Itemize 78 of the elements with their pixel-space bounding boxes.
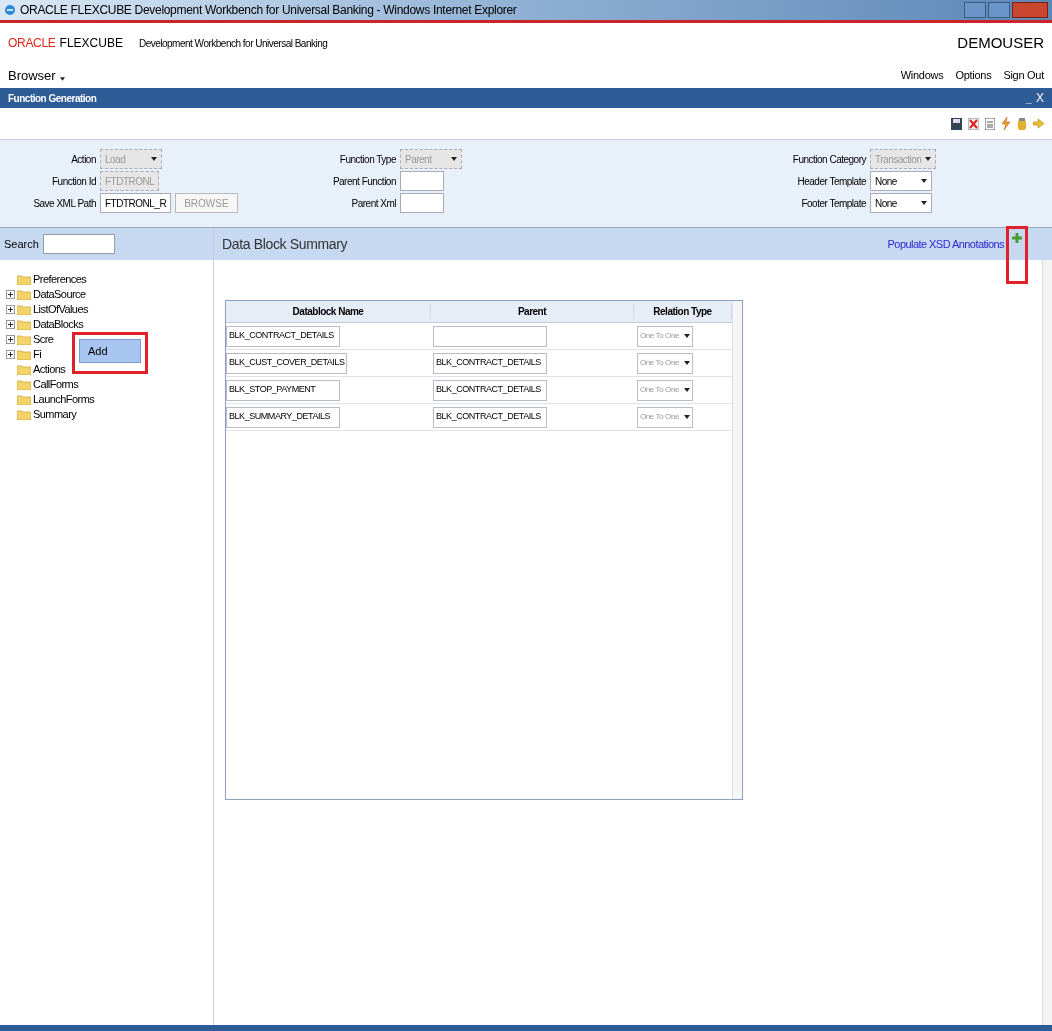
select-field[interactable]: None: [870, 193, 932, 213]
tree-item[interactable]: ListOfValues: [33, 301, 88, 318]
save-icon[interactable]: [951, 117, 962, 130]
field-label: Function Id: [51, 174, 96, 189]
folder-icon: [17, 304, 31, 315]
field-label: Parent Xml: [350, 196, 396, 211]
exit-arrow-icon[interactable]: [1033, 118, 1044, 129]
section-title: Data Block Summary: [222, 234, 348, 254]
expand-icon[interactable]: [6, 290, 15, 299]
folder-icon: [17, 274, 31, 285]
search-field[interactable]: [42, 234, 115, 254]
field-label: Footer Template: [800, 196, 866, 211]
brand-logo: ORACLE: [8, 35, 56, 52]
datablock-name-field[interactable]: BLK_CUST_COVER_DETAILS: [226, 352, 348, 374]
tree-item[interactable]: Preferences: [33, 271, 87, 288]
folder-icon: [17, 349, 31, 360]
parent-block-field[interactable]: BLK_CONTRACT_DETAILS: [433, 379, 547, 401]
search-label: Search: [4, 236, 39, 252]
input-field[interactable]: FTDTRONL_R: [100, 193, 172, 213]
parent-block-field[interactable]: [433, 325, 547, 347]
close-button[interactable]: X: [1036, 89, 1044, 107]
minimize-button[interactable]: [964, 2, 986, 18]
select-field[interactable]: None: [870, 171, 932, 191]
field-label: Action: [70, 152, 96, 167]
datablock-name-field[interactable]: BLK_CONTRACT_DETAILS: [226, 325, 340, 347]
close-button[interactable]: [1012, 2, 1048, 18]
input-field[interactable]: [400, 171, 444, 191]
parent-block-field[interactable]: BLK_CONTRACT_DETAILS: [433, 406, 547, 428]
app-subtitle: Development Workbench for Universal Banking: [138, 36, 328, 51]
folder-icon: [17, 334, 31, 345]
window-title: ORACLE FLEXCUBE Development Workbench for Universal Banking - Windows Internet Explorer: [20, 2, 517, 19]
folder-icon: [17, 319, 31, 330]
restore-button[interactable]: [988, 2, 1010, 18]
field-label: Function Type: [338, 152, 396, 167]
menu-link[interactable]: Sign Out: [1003, 67, 1044, 84]
browser-menu[interactable]: Browser: [8, 65, 65, 86]
field-label: Save XML Path: [32, 196, 96, 211]
caret-icon: [59, 76, 65, 81]
field-label: Header Template: [796, 174, 866, 189]
tree-item[interactable]: DataSource: [33, 286, 86, 303]
folder-icon: [17, 409, 31, 420]
populate-link[interactable]: Populate XSD Annotations: [887, 235, 1004, 253]
browser-icon: [4, 4, 16, 16]
menu-link[interactable]: Options: [955, 67, 992, 84]
minimize-button[interactable]: _: [1025, 89, 1032, 107]
expand-icon[interactable]: [6, 320, 15, 329]
datablock-name-field[interactable]: BLK_STOP_PAYMENT: [226, 379, 340, 401]
column-header: Datablock Name: [226, 304, 431, 319]
user-name: DEMOUSER: [957, 32, 1044, 53]
tree-item[interactable]: Actions: [33, 361, 66, 378]
expand-icon[interactable]: [6, 335, 15, 344]
parent-block-field[interactable]: BLK_CONTRACT_DETAILS: [433, 352, 547, 374]
tree-item[interactable]: Scre: [33, 331, 54, 348]
document-icon[interactable]: [985, 117, 995, 130]
panel-title: Function Generation: [8, 91, 97, 106]
jar-icon[interactable]: [1017, 117, 1027, 130]
menu-link[interactable]: Windows: [900, 67, 944, 84]
context-menu-item[interactable]: Add: [79, 339, 141, 363]
field-label: Function Category: [791, 152, 866, 167]
tree-item[interactable]: DataBlocks: [33, 316, 84, 333]
expand-icon[interactable]: [6, 305, 15, 314]
tree-item[interactable]: Summary: [33, 406, 77, 423]
folder-icon: [17, 394, 31, 405]
delete-icon[interactable]: [968, 117, 979, 130]
lightning-icon[interactable]: [1001, 117, 1011, 130]
expand-icon[interactable]: [6, 350, 15, 359]
tree-item[interactable]: Fi: [33, 346, 42, 363]
product-name: FLEXCUBE: [59, 35, 123, 52]
folder-icon: [17, 364, 31, 375]
datablock-name-field[interactable]: BLK_SUMMARY_DETAILS: [226, 406, 340, 428]
column-header: Parent: [431, 304, 634, 319]
folder-icon: [17, 289, 31, 300]
folder-icon: [17, 379, 31, 390]
tree-item[interactable]: LaunchForms: [33, 391, 95, 408]
add-icon[interactable]: [1012, 233, 1022, 243]
input-field[interactable]: [400, 193, 444, 213]
field-label: Parent Function: [331, 174, 396, 189]
tree-item[interactable]: CallForms: [33, 376, 79, 393]
